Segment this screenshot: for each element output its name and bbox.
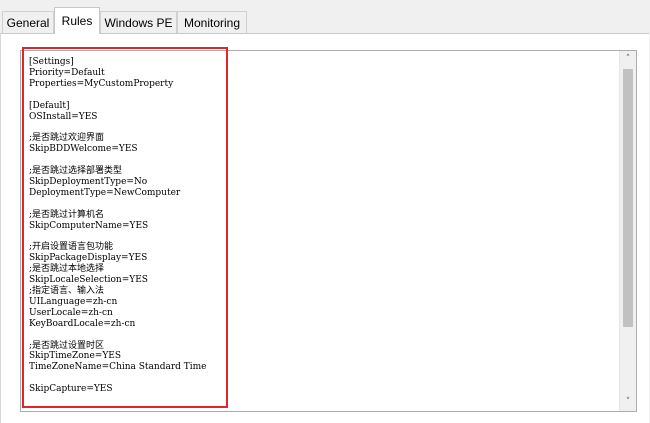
tab-general[interactable]: General bbox=[2, 11, 54, 33]
rules-text[interactable]: [Settings] Priority=Default Properties=M… bbox=[29, 57, 616, 407]
scroll-up-icon[interactable]: ˄ bbox=[620, 51, 636, 68]
tab-windows-pe[interactable]: Windows PE bbox=[100, 11, 177, 33]
scroll-down-icon[interactable]: ˅ bbox=[620, 394, 636, 411]
tab-monitoring[interactable]: Monitoring bbox=[177, 11, 247, 33]
tab-strip: General Rules Windows PE Monitoring bbox=[0, 0, 650, 34]
vertical-scrollbar[interactable]: ˄ ˅ bbox=[619, 51, 636, 411]
scroll-thumb[interactable] bbox=[623, 69, 633, 327]
rules-editor[interactable]: [Settings] Priority=Default Properties=M… bbox=[20, 50, 637, 412]
tab-rules[interactable]: Rules bbox=[54, 7, 100, 34]
